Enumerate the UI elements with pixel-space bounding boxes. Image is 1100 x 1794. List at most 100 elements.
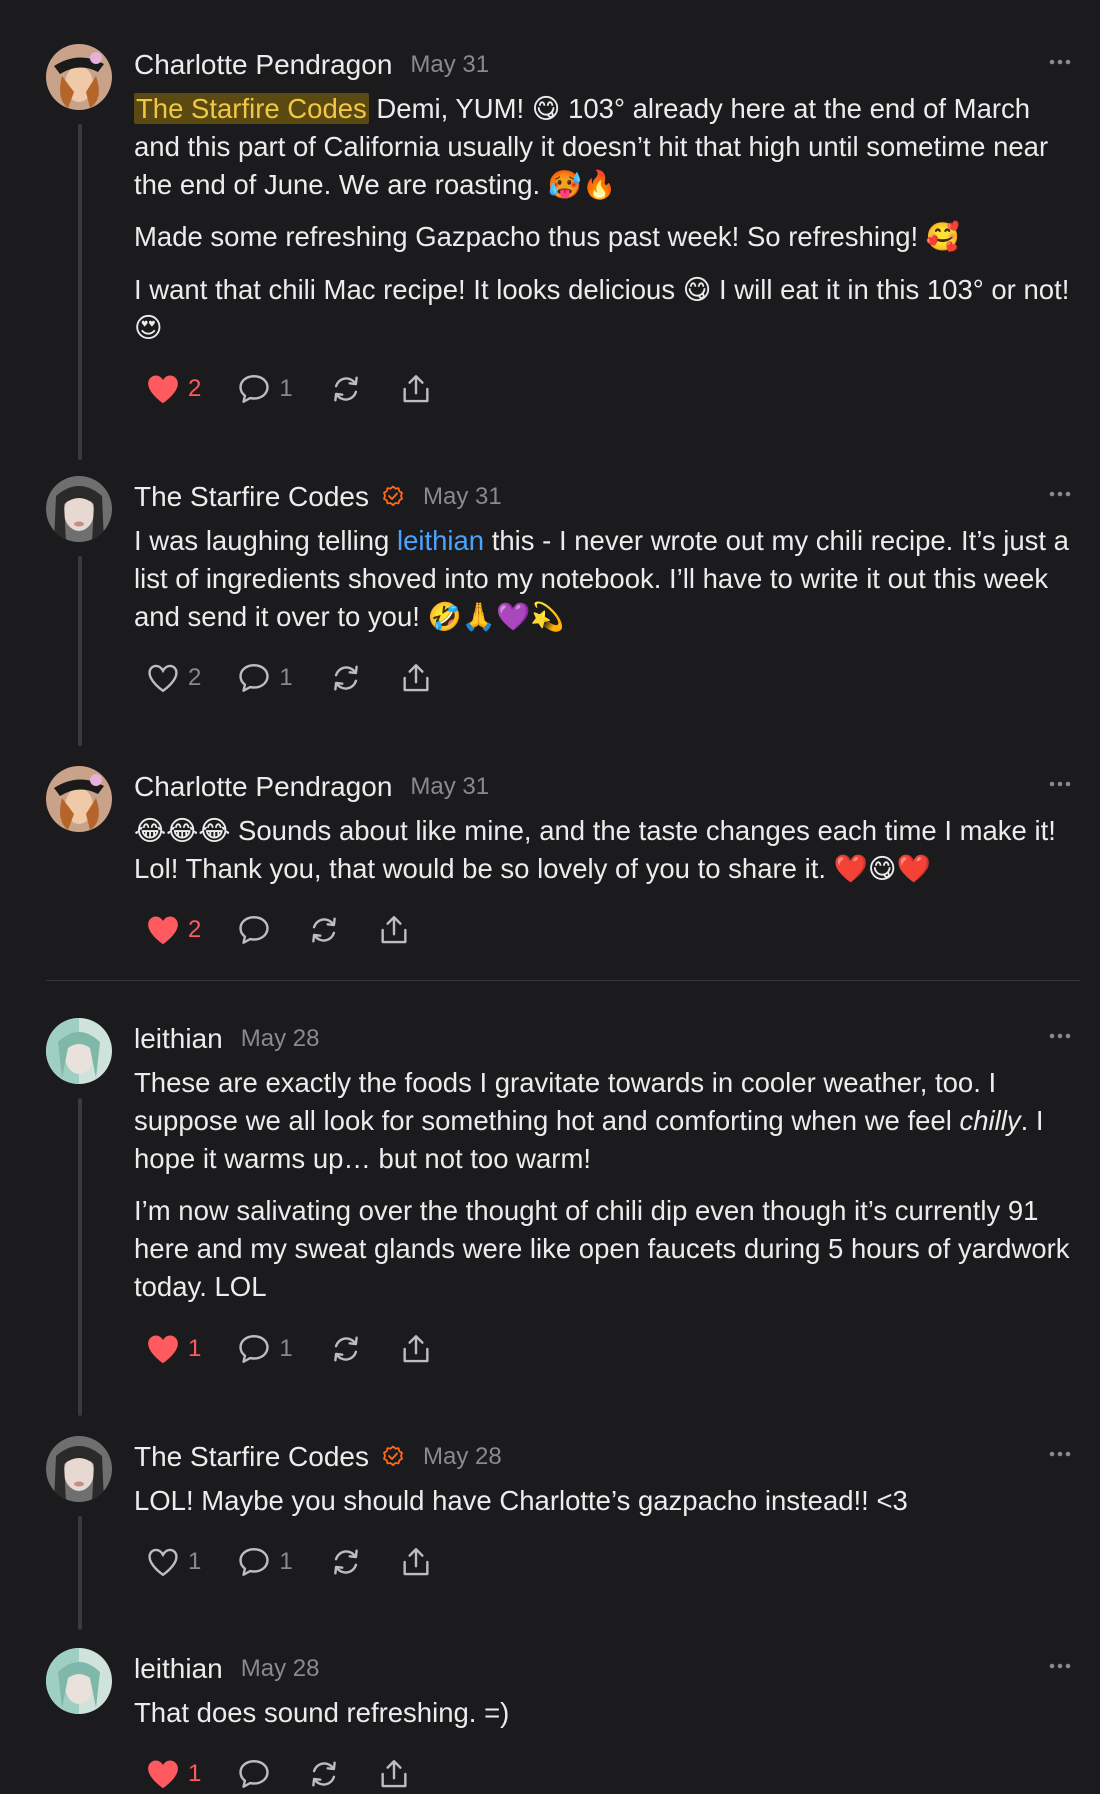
reply-button[interactable]: 1 (237, 1331, 293, 1367)
share-button[interactable] (377, 912, 411, 948)
like-count: 2 (188, 375, 202, 402)
author-name[interactable]: leithian (134, 1023, 223, 1055)
share-icon (399, 662, 433, 694)
comment-icon (237, 1758, 271, 1790)
like-count: 1 (188, 1548, 202, 1575)
thread-line (78, 124, 82, 460)
heart-filled-icon (146, 914, 180, 946)
verified-icon (381, 485, 405, 509)
reply-count: 1 (279, 1548, 293, 1575)
more-options-icon[interactable] (1048, 774, 1072, 794)
thread-line (78, 1516, 82, 1630)
more-options-icon[interactable] (1048, 1656, 1072, 1676)
like-button[interactable]: 1 (146, 1756, 201, 1792)
comment-icon (237, 914, 271, 946)
restack-icon (307, 1758, 341, 1790)
share-button[interactable] (399, 1331, 433, 1367)
action-bar: 21 (146, 660, 469, 696)
like-count: 2 (188, 664, 202, 691)
action-bar: 11 (146, 1331, 469, 1367)
like-button[interactable]: 2 (146, 912, 201, 948)
avatar[interactable] (46, 1018, 112, 1084)
paragraph-text: I was laughing telling (134, 525, 397, 556)
restack-button[interactable] (329, 1331, 363, 1367)
comment-header: The Starfire Codes May 28 (134, 1440, 502, 1474)
reply-count: 1 (279, 664, 293, 691)
thread-line (78, 556, 82, 746)
comment-date[interactable]: May 28 (241, 1655, 320, 1683)
reply-button[interactable]: 1 (237, 371, 293, 407)
heart-filled-icon (146, 373, 180, 405)
like-count: 2 (188, 916, 202, 943)
reply-count: 1 (279, 375, 293, 402)
heart-filled-icon (146, 1758, 180, 1790)
reply-button[interactable]: 1 (237, 1544, 293, 1580)
heart-icon (146, 662, 180, 694)
action-bar: 1 (146, 1756, 447, 1792)
author-name[interactable]: The Starfire Codes (134, 1441, 369, 1473)
paragraph-text: I want that chili Mac recipe! It looks d… (134, 274, 1070, 343)
comment-header: leithian May 28 (134, 1652, 319, 1686)
reply-count: 1 (279, 1335, 293, 1362)
verified-icon (381, 1445, 405, 1469)
restack-icon (329, 373, 363, 405)
comment-date[interactable]: May 31 (410, 773, 489, 801)
comment-date[interactable]: May 31 (410, 51, 489, 79)
restack-icon (329, 662, 363, 694)
mention-highlight[interactable]: The Starfire Codes (134, 93, 369, 124)
comment-header: leithian May 28 (134, 1022, 319, 1056)
more-options-icon[interactable] (1048, 52, 1072, 72)
author-name[interactable]: Charlotte Pendragon (134, 49, 392, 81)
restack-button[interactable] (307, 912, 341, 948)
mention-link[interactable]: leithian (397, 525, 484, 556)
share-button[interactable] (399, 660, 433, 696)
thread-line (78, 1098, 82, 1416)
action-bar: 2 (146, 912, 447, 948)
avatar[interactable] (46, 476, 112, 542)
more-options-icon[interactable] (1048, 1026, 1072, 1046)
comment-icon (237, 373, 271, 405)
more-options-icon[interactable] (1048, 484, 1072, 504)
share-icon (399, 1333, 433, 1365)
comment-header: Charlotte Pendragon May 31 (134, 770, 489, 804)
like-button[interactable]: 1 (146, 1331, 201, 1367)
like-button[interactable]: 2 (146, 371, 201, 407)
reply-button[interactable] (237, 912, 271, 948)
comment-paragraph: I want that chili Mac recipe! It looks d… (134, 271, 1074, 347)
like-button[interactable]: 1 (146, 1544, 201, 1580)
author-name[interactable]: leithian (134, 1653, 223, 1685)
avatar[interactable] (46, 766, 112, 832)
share-button[interactable] (399, 1544, 433, 1580)
avatar[interactable] (46, 44, 112, 110)
comment-date[interactable]: May 31 (423, 483, 502, 511)
restack-button[interactable] (329, 371, 363, 407)
action-bar: 21 (146, 371, 469, 407)
reply-button[interactable]: 1 (237, 660, 293, 696)
paragraph-text: I’m now salivating over the thought of c… (134, 1195, 1070, 1302)
more-options-icon[interactable] (1048, 1444, 1072, 1464)
comment-paragraph: The Starfire Codes Demi, YUM! 😋 103° alr… (134, 90, 1074, 204)
restack-icon (329, 1333, 363, 1365)
restack-button[interactable] (329, 1544, 363, 1580)
comment-icon (237, 1333, 271, 1365)
share-button[interactable] (399, 371, 433, 407)
reply-button[interactable] (237, 1756, 271, 1792)
restack-button[interactable] (329, 660, 363, 696)
author-name[interactable]: Charlotte Pendragon (134, 771, 392, 803)
paragraph-text: LOL! Maybe you should have Charlotte’s g… (134, 1485, 908, 1516)
author-name[interactable]: The Starfire Codes (134, 481, 369, 513)
heart-icon (146, 1546, 180, 1578)
share-button[interactable] (377, 1756, 411, 1792)
like-button[interactable]: 2 (146, 660, 201, 696)
comment-header: The Starfire Codes May 31 (134, 480, 502, 514)
comment-icon (237, 1546, 271, 1578)
share-icon (377, 914, 411, 946)
restack-button[interactable] (307, 1756, 341, 1792)
comment-date[interactable]: May 28 (241, 1025, 320, 1053)
avatar[interactable] (46, 1648, 112, 1714)
thread-divider (46, 980, 1080, 981)
action-bar: 11 (146, 1544, 469, 1580)
comment-date[interactable]: May 28 (423, 1443, 502, 1471)
paragraph-text: 😂😂😂 Sounds about like mine, and the tast… (134, 815, 1056, 884)
avatar[interactable] (46, 1436, 112, 1502)
